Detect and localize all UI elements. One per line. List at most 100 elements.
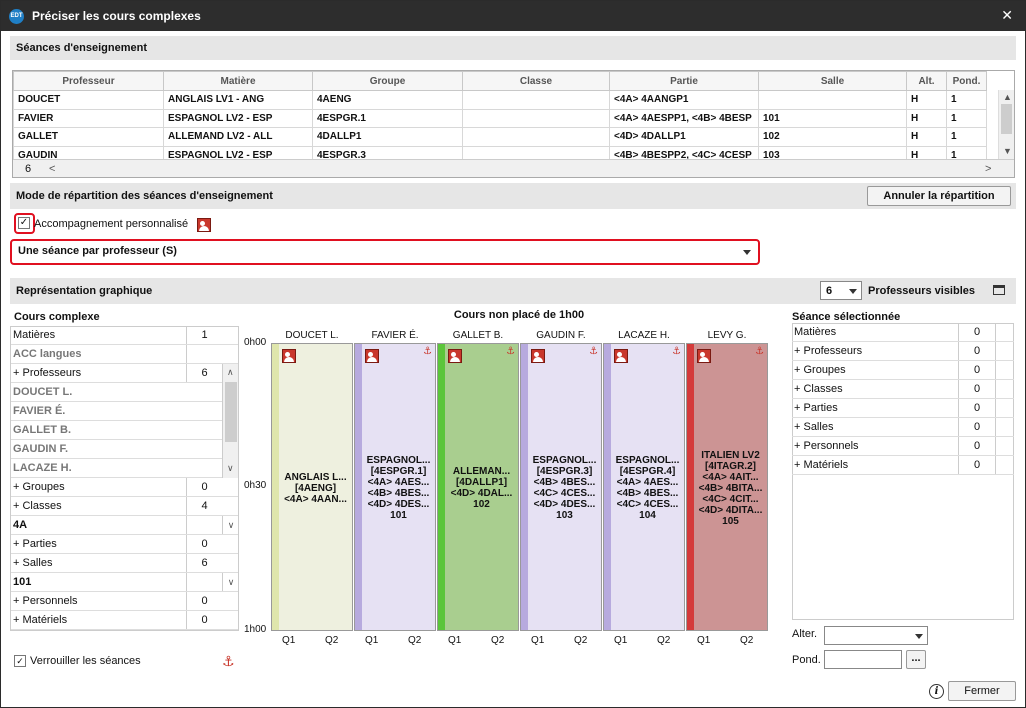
teacher-column-header: LEVY G. [707, 330, 747, 341]
column-header[interactable]: Alt. [906, 71, 947, 91]
course-card[interactable]: ⚓ ITALIEN LV2 [4ITAGR.2] <4A> 4AIT... <4B… [686, 343, 768, 631]
alter-select[interactable] [824, 626, 928, 645]
table-cell: 4DALLP1 [312, 127, 463, 147]
right-row-value: 0 [958, 456, 996, 474]
right-row-value: 0 [958, 380, 996, 398]
time-label: 1h00 [244, 624, 267, 635]
column-header[interactable]: Pond. [946, 71, 987, 91]
cancel-repartition-button[interactable]: Annuler la répartition [867, 186, 1011, 206]
quarter-label: Q1 [614, 635, 628, 646]
quarter-label: Q2 [657, 635, 671, 646]
vertical-scrollbar[interactable]: ▲ ▼ [998, 90, 1014, 159]
column-header[interactable]: Professeur [13, 71, 164, 91]
card-strip [355, 344, 362, 630]
seances-heading: Séances d'enseignement [10, 36, 1016, 60]
chevron-down-icon [915, 634, 923, 639]
column-header[interactable]: Partie [609, 71, 759, 91]
window-icon[interactable] [993, 285, 1005, 295]
table-row[interactable]: FAVIER ESPAGNOL LV2 - ESP 4ESPGR.1 <4A> 4AE… [13, 108, 987, 128]
chevron-down-icon[interactable] [743, 250, 751, 255]
table-row[interactable]: GALLET ALLEMAND LV2 - ALL 4DALLP1 <4D> 4DAL… [13, 127, 987, 147]
column-header[interactable]: Salle [758, 71, 907, 91]
table-cell: ESPAGNOL LV2 - ESP [163, 108, 313, 128]
quarter-label: Q2 [408, 635, 422, 646]
right-row-label: + Classes [794, 383, 843, 395]
right-row-value: 0 [958, 437, 996, 455]
teacher-column-header: LACAZE H. [618, 330, 670, 341]
chart-title: Cours non placé de 1h00 [453, 309, 585, 321]
quarter-label: Q1 [448, 635, 462, 646]
info-icon[interactable]: i [929, 684, 944, 699]
course-card[interactable]: ⚓ ALLEMAN... [4DALLP1] <4D> 4DAL... 102 [437, 343, 519, 631]
right-row[interactable]: + Groupes 0 [792, 361, 1014, 380]
right-row-label: + Parties [794, 402, 838, 414]
teacher-column-header: DOUCET L. [285, 330, 339, 341]
table-row[interactable]: DOUCET ANGLAIS LV1 - ANG 4AENG <4A> 4AANGP1… [13, 90, 987, 110]
title-bar: EDT Préciser les cours complexes ✕ [1, 1, 1025, 31]
anchor-icon[interactable]: ⚓ [423, 346, 432, 357]
person-icon[interactable] [531, 349, 545, 363]
pond-input[interactable] [824, 650, 902, 669]
right-row-label: Matières [794, 326, 837, 338]
cours-complexe-title: Cours complexe [14, 311, 100, 323]
person-icon[interactable] [614, 349, 628, 363]
course-card[interactable]: ⚓ ESPAGNOL... [4ESPGR.4] <4A> 4AES... <4B… [603, 343, 685, 631]
close-icon[interactable]: ✕ [1001, 7, 1013, 24]
anchor-icon[interactable]: ⚓ [672, 346, 681, 357]
anchor-icon[interactable]: ⚓ [589, 346, 598, 357]
mode-heading: Mode de répartition des séances d'enseig… [10, 183, 1016, 209]
column-header[interactable]: Matière [163, 71, 313, 91]
person-icon[interactable] [282, 349, 296, 363]
column-header[interactable]: Classe [462, 71, 610, 91]
table-cell: FAVIER [13, 108, 164, 128]
card-text: ESPAGNOL... [4ESPGR.3] <4B> 4BES... <4C>… [532, 455, 597, 521]
close-button[interactable]: Fermer [948, 681, 1016, 701]
card-text: ITALIEN LV2 [4ITAGR.2] <4A> 4AIT... <4B>… [698, 449, 763, 527]
anchor-icon[interactable]: ⚓ [222, 653, 235, 670]
right-row[interactable]: + Personnels 0 [792, 437, 1014, 456]
right-row[interactable]: + Salles 0 [792, 418, 1014, 437]
anchor-icon[interactable]: ⚓ [755, 346, 764, 357]
card-text: ESPAGNOL... [4ESPGR.4] <4A> 4AES... <4B>… [615, 455, 680, 521]
right-row-value: 0 [958, 418, 996, 436]
card-strip [438, 344, 445, 630]
right-row[interactable]: + Parties 0 [792, 399, 1014, 418]
table-cell: GALLET [13, 127, 164, 147]
right-row-label: + Professeurs [794, 345, 863, 357]
table-cell: 1 [946, 90, 987, 110]
table-cell: ALLEMAND LV2 - ALL [163, 127, 313, 147]
graph-heading: Représentation graphique [10, 278, 1016, 304]
person-icon[interactable] [365, 349, 379, 363]
accompagnement-checkbox[interactable]: ✓ [18, 217, 30, 229]
lock-checkbox[interactable]: ✓ [14, 655, 26, 667]
table-cell: H [906, 108, 947, 128]
table-cell: <4A> 4AESPP1, <4B> 4BESP [609, 108, 759, 128]
right-row[interactable]: + Classes 0 [792, 380, 1014, 399]
course-card[interactable]: ⚓ ESPAGNOL... [4ESPGR.3] <4B> 4BES... <4C… [520, 343, 602, 631]
card-text: ESPAGNOL... [4ESPGR.1] <4A> 4AES... <4B>… [366, 455, 431, 521]
mode-select[interactable]: Une séance par professeur (S) [14, 243, 756, 261]
window-title: Préciser les cours complexes [32, 9, 201, 23]
card-strip [604, 344, 611, 630]
right-row-value: 0 [958, 361, 996, 379]
right-row-label: + Matériels [794, 459, 849, 471]
person-icon[interactable] [697, 349, 711, 363]
alter-label: Alter. [792, 628, 818, 640]
right-row-label: + Salles [794, 421, 834, 433]
scroll-right-icon[interactable]: > [985, 164, 991, 175]
scroll-left-icon[interactable]: < [49, 164, 55, 175]
pond-picker-button[interactable]: ... [906, 650, 926, 669]
person-icon[interactable] [448, 349, 462, 363]
quarter-label: Q1 [282, 635, 296, 646]
right-row[interactable]: + Matériels 0 [792, 456, 1014, 475]
course-card[interactable]: ANGLAIS L... [4AENG] <4A> 4AAN... [271, 343, 353, 631]
visible-count-select[interactable]: 6 [820, 281, 862, 300]
course-card[interactable]: ⚓ ESPAGNOL... [4ESPGR.1] <4A> 4AES... <4B… [354, 343, 436, 631]
right-row[interactable]: Matières 0 [792, 323, 1014, 342]
accompagnement-person-icon[interactable] [197, 218, 211, 232]
visible-count-value: 6 [826, 285, 833, 297]
column-header[interactable]: Groupe [312, 71, 463, 91]
right-row[interactable]: + Professeurs 0 [792, 342, 1014, 361]
seances-table[interactable]: Professeur Matière Groupe Classe Partie Salle… [12, 70, 1015, 178]
anchor-icon[interactable]: ⚓ [506, 346, 515, 357]
